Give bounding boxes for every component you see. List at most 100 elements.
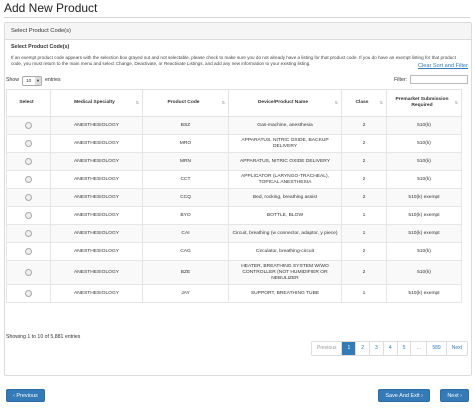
sort-icon: ⇅ bbox=[454, 100, 458, 105]
select-radio[interactable] bbox=[25, 139, 32, 147]
specialty-cell: ANESTHESIOLOGY bbox=[50, 116, 143, 135]
submission-cell: 510(k) bbox=[386, 170, 462, 189]
clear-sort-filter-link[interactable]: Clear Sort and Filter bbox=[418, 63, 468, 69]
sort-icon: ⇅ bbox=[221, 100, 225, 105]
pagination-next[interactable]: Next bbox=[445, 342, 467, 355]
pagination-page-1[interactable]: 1 bbox=[341, 342, 356, 355]
class-cell: 2 bbox=[341, 260, 387, 285]
name-cell: Circulator, breathing-circuit bbox=[228, 242, 342, 261]
submission-cell: 510(k) exempt bbox=[386, 206, 462, 225]
pagination-page-2[interactable]: 2 bbox=[355, 342, 370, 355]
specialty-cell: ANESTHESIOLOGY bbox=[50, 224, 143, 243]
submission-cell: 510(k) exempt bbox=[386, 224, 462, 243]
class-cell: 1 bbox=[341, 284, 387, 303]
sort-icon: ⇅ bbox=[334, 100, 338, 105]
code-cell: CAI bbox=[142, 224, 229, 243]
select-radio[interactable] bbox=[25, 247, 32, 255]
name-cell: Gas-machine, anesthesia bbox=[228, 116, 342, 135]
specialty-cell: ANESTHESIOLOGY bbox=[50, 170, 143, 189]
table-row: ANESTHESIOLOGY CAG Circulator, breathing-c… bbox=[6, 242, 462, 261]
code-cell: JAY bbox=[142, 284, 229, 303]
specialty-cell: ANESTHESIOLOGY bbox=[50, 260, 143, 285]
code-cell: BYO bbox=[142, 206, 229, 225]
select-radio[interactable] bbox=[25, 193, 32, 201]
next-button[interactable]: Next › bbox=[440, 389, 469, 402]
title-divider bbox=[4, 17, 470, 18]
page-size-control: Show 10 ▼ entries bbox=[6, 75, 61, 86]
show-label: Show bbox=[6, 77, 19, 83]
product-code-table: Select Medical Specialty ⇅ Product Code ⇅ … bbox=[6, 89, 462, 303]
section-title: Select Product Code(s) bbox=[11, 44, 70, 50]
pagination-previous[interactable]: Previous bbox=[312, 342, 342, 355]
class-cell: 2 bbox=[341, 152, 387, 171]
save-and-exit-button[interactable]: Save And Exit › bbox=[378, 389, 430, 402]
submission-cell: 510(k) bbox=[386, 260, 462, 285]
pagination-page-4[interactable]: 4 bbox=[382, 342, 397, 355]
submission-cell: 510(k) bbox=[386, 134, 462, 153]
class-cell: 2 bbox=[341, 242, 387, 261]
table-row: ANESTHESIOLOGY MRN APPARATUS, NITRIC OXIDE… bbox=[6, 152, 462, 171]
pagination-ellipsis: … bbox=[410, 342, 427, 355]
page-size-select[interactable]: 10 ▼ bbox=[21, 75, 42, 86]
name-cell: Bed, rocking, breathing assist bbox=[228, 188, 342, 207]
code-cell: CCT bbox=[142, 170, 229, 189]
pagination-page-3[interactable]: 3 bbox=[369, 342, 383, 355]
name-cell: APPARATUS, NITRIC OXIDE, BACKUP DELIVERY bbox=[228, 134, 342, 153]
sort-asc-icon: ⇅ bbox=[135, 100, 139, 105]
previous-button[interactable]: ‹ Previous bbox=[6, 389, 45, 402]
table-row: ANESTHESIOLOGY BZE HEATER, BREATHING SYSTE… bbox=[6, 260, 462, 285]
select-radio[interactable] bbox=[25, 229, 32, 237]
pagination-page-last[interactable]: 589 bbox=[426, 342, 446, 355]
specialty-cell: ANESTHESIOLOGY bbox=[50, 242, 143, 261]
table-header-row: Select Medical Specialty ⇅ Product Code ⇅ … bbox=[6, 89, 462, 117]
select-radio[interactable] bbox=[25, 121, 32, 129]
select-radio[interactable] bbox=[25, 268, 32, 276]
code-cell: CCQ bbox=[142, 188, 229, 207]
showing-entries-text: Showing 1 to 10 of 5,881 entries bbox=[6, 334, 81, 340]
code-cell: CAG bbox=[142, 242, 229, 261]
specialty-cell: ANESTHESIOLOGY bbox=[50, 188, 143, 207]
table-row: ANESTHESIOLOGY CCT APPLICATOR (LARYNGO-TRA… bbox=[6, 170, 462, 189]
submission-cell: 510(k) exempt bbox=[386, 188, 462, 207]
name-cell: BOTTLE, BLOW bbox=[228, 206, 342, 225]
filter-input[interactable] bbox=[410, 75, 468, 84]
class-cell: 2 bbox=[341, 188, 387, 207]
class-cell: 2 bbox=[341, 116, 387, 135]
select-radio[interactable] bbox=[25, 211, 32, 219]
table-row: ANESTHESIOLOGY CAI Circuit, breathing (w c… bbox=[6, 224, 462, 243]
specialty-cell: ANESTHESIOLOGY bbox=[50, 152, 143, 171]
class-cell: 2 bbox=[341, 170, 387, 189]
column-header-code[interactable]: Product Code ⇅ bbox=[142, 89, 229, 117]
chevron-down-icon: ▼ bbox=[34, 76, 41, 85]
pagination-page-5[interactable]: 5 bbox=[396, 342, 411, 355]
specialty-cell: ANESTHESIOLOGY bbox=[50, 284, 143, 303]
column-header-specialty[interactable]: Medical Specialty ⇅ bbox=[50, 89, 143, 117]
table-row: ANESTHESIOLOGY BYO BOTTLE, BLOW 1 510(k) exe… bbox=[6, 206, 462, 225]
sort-icon: ⇅ bbox=[379, 100, 383, 105]
class-cell: 1 bbox=[341, 206, 387, 225]
column-header-name[interactable]: Device/Product Name ⇅ bbox=[228, 89, 342, 117]
table-row: ANESTHESIOLOGY CCQ Bed, rocking, breathing… bbox=[6, 188, 462, 207]
code-cell: MRO bbox=[142, 134, 229, 153]
panel-heading: Select Product Code(s) bbox=[5, 23, 471, 40]
page-size-value: 10 bbox=[25, 78, 32, 84]
specialty-cell: ANESTHESIOLOGY bbox=[50, 206, 143, 225]
specialty-cell: ANESTHESIOLOGY bbox=[50, 134, 143, 153]
column-header-class[interactable]: Class ⇅ bbox=[341, 89, 387, 117]
class-cell: 2 bbox=[341, 134, 387, 153]
column-header-select: Select bbox=[6, 89, 51, 117]
name-cell: HEATER, BREATHING SYSTEM W/WO CONTROLLER… bbox=[228, 260, 342, 285]
select-radio[interactable] bbox=[25, 175, 32, 183]
table-row: ANESTHESIOLOGY BSZ Gas-machine, anesthesia… bbox=[6, 116, 462, 135]
code-cell: BZE bbox=[142, 260, 229, 285]
class-cell: 1 bbox=[341, 224, 387, 243]
select-radio[interactable] bbox=[25, 289, 32, 297]
instructions-text: If an exempt product code appears with t… bbox=[11, 55, 456, 67]
submission-cell: 510(k) exempt bbox=[386, 284, 462, 303]
select-radio[interactable] bbox=[25, 157, 32, 165]
entries-label: entries bbox=[44, 77, 61, 83]
submission-cell: 510(k) bbox=[386, 152, 462, 171]
name-cell: Circuit, breathing (w connector, adaptor… bbox=[228, 224, 342, 243]
column-header-submission[interactable]: Premarket Submission Required ⇅ bbox=[386, 89, 462, 117]
pagination: Previous 1 2 3 4 5 … 589 Next bbox=[311, 341, 468, 356]
